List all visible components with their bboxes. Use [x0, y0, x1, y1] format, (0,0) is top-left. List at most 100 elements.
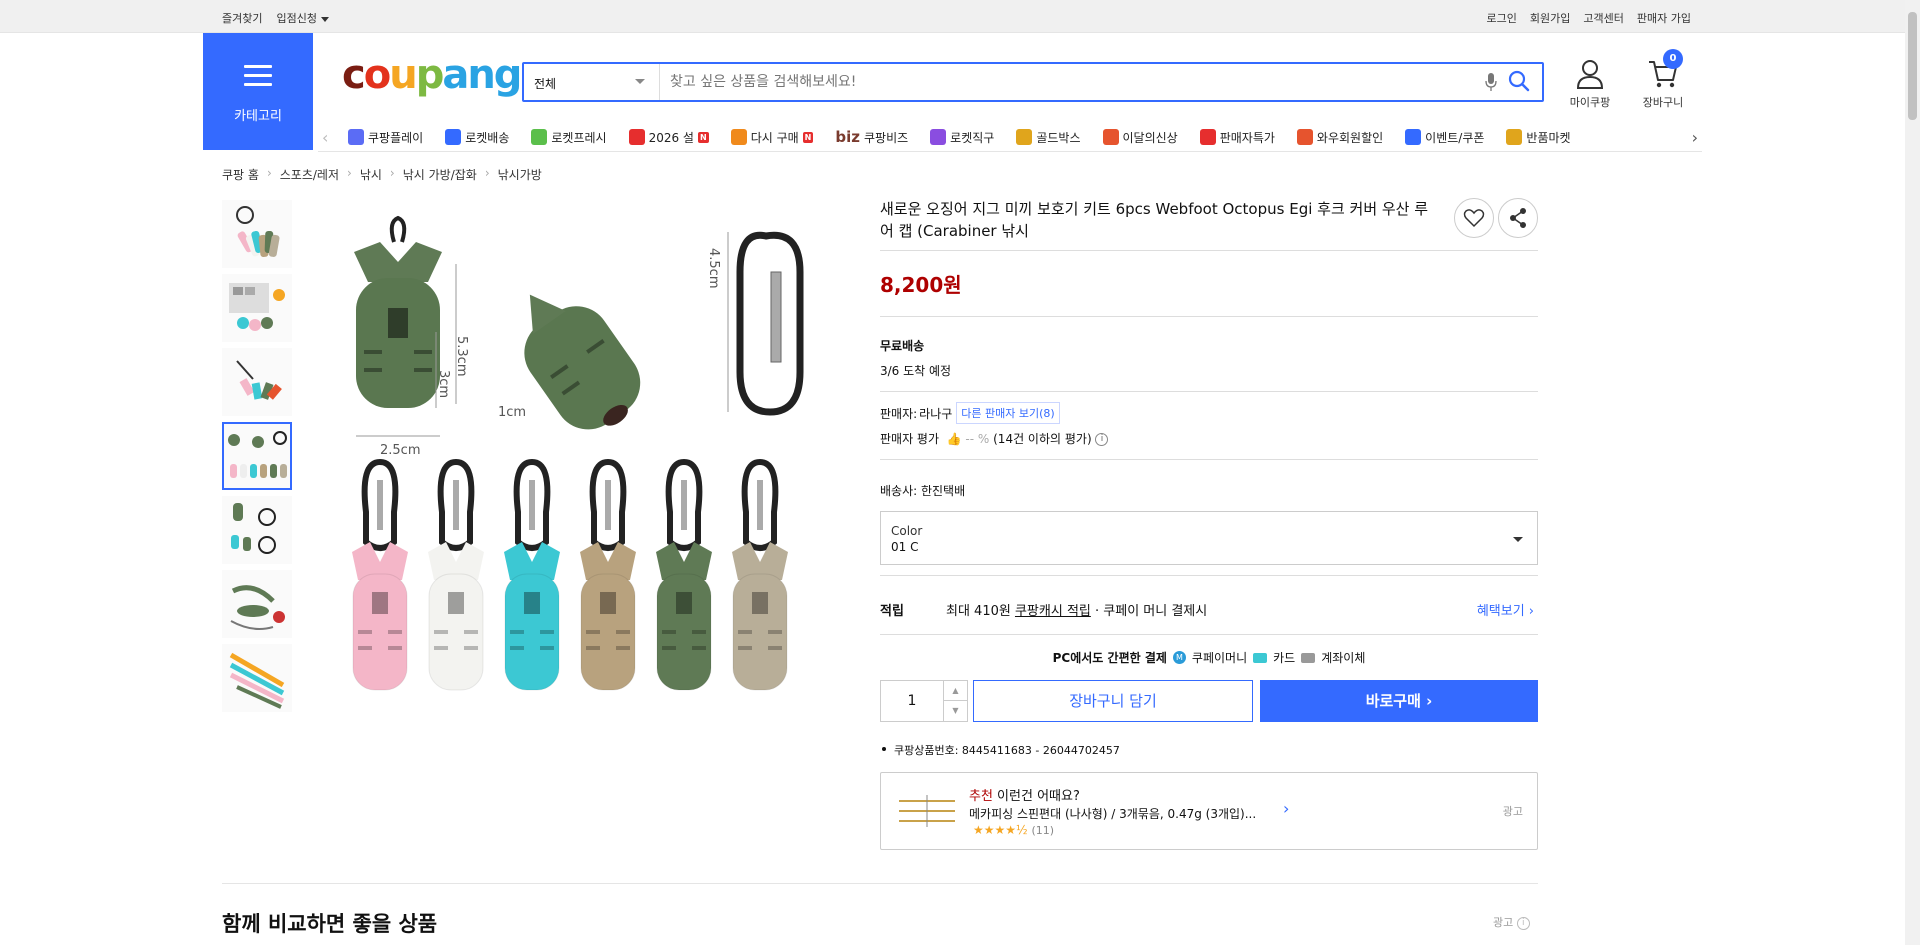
color-option-select[interactable]: Color 01 C — [880, 511, 1538, 565]
category-nav-items: 쿠팡플레이 로켓배송 로켓프레시 2026 설 N 다시 구매 N biz 쿠팡비즈 로켓직구 골드… — [348, 128, 1668, 146]
support-link[interactable]: 고객센터 — [1583, 10, 1623, 26]
breadcrumb-item[interactable]: 낚시 — [360, 166, 382, 183]
thumbnail-6[interactable] — [222, 570, 292, 638]
quantity-input[interactable]: 1 — [881, 693, 943, 709]
breadcrumb-separator-icon: › — [266, 166, 272, 180]
category-nav-item[interactable]: 이달의신상 — [1102, 128, 1178, 146]
vendor-apply-label: 입점신청 — [276, 12, 317, 25]
category-nav-label: 와우회원할인 — [1316, 130, 1384, 145]
search-icon[interactable] — [1508, 70, 1530, 92]
quantity-stepper: 1 ▲ ▼ — [880, 680, 968, 722]
coupang-logo[interactable]: coupang — [342, 52, 522, 98]
microphone-icon[interactable] — [1484, 72, 1498, 92]
cart-button[interactable]: 장바구니 0 — [1633, 49, 1693, 110]
lure-cap-body — [356, 278, 440, 408]
product-price: 8,200원 — [880, 273, 962, 297]
nav-prev-icon[interactable]: ‹ — [322, 128, 328, 147]
search-scope-select[interactable]: 전체 — [524, 64, 660, 100]
globe-icon — [930, 129, 947, 145]
seller-divider — [880, 459, 1538, 460]
shipping-date: 3/6 도착 예정 — [880, 364, 952, 378]
category-nav-item[interactable]: 쿠팡플레이 — [348, 128, 423, 146]
lure-variant — [428, 458, 484, 691]
seller-signup-link[interactable]: 판매자 가입 — [1637, 10, 1691, 26]
breadcrumb-separator-icon: › — [484, 166, 490, 180]
benefits-link[interactable]: 혜택보기 › — [1477, 600, 1534, 619]
wishlist-button[interactable] — [1454, 198, 1494, 238]
review-count: (11) — [1031, 824, 1055, 837]
thumbnail-5[interactable] — [222, 496, 292, 564]
search-input[interactable] — [670, 70, 1470, 94]
info-icon[interactable]: i — [1095, 433, 1109, 446]
breadcrumb: 쿠팡 홈 › 스포츠/레저 › 낚시 › 낚시 가방/잡화 › 낚시가방 — [222, 166, 542, 183]
scrollbar-thumb[interactable] — [1908, 12, 1917, 120]
category-nav-item[interactable]: 골드박스 — [1016, 128, 1081, 146]
breadcrumb-item[interactable]: 쿠팡 홈 — [222, 166, 259, 183]
carabiner — [736, 231, 804, 416]
vendor-apply-link[interactable]: 입점신청 — [276, 10, 329, 26]
reward-title: 적립 — [880, 604, 904, 619]
hamburger-icon — [244, 65, 272, 87]
vertical-scrollbar[interactable] — [1905, 0, 1920, 945]
category-nav-item[interactable]: 다시 구매 N — [730, 128, 814, 146]
thumbnail-2[interactable] — [222, 274, 292, 342]
category-nav-item[interactable]: biz 쿠팡비즈 — [835, 128, 908, 146]
nav-next-icon[interactable]: › — [1692, 128, 1698, 147]
main-product-image[interactable]: 5.3cm 3cm 2.5cm 1cm 4.5cm — [340, 212, 840, 732]
product-title: 새로운 오징어 지그 미끼 보호기 키트 6pcs Webfoot Octopu… — [880, 200, 1429, 240]
buy-now-button[interactable]: 바로구매 › — [1260, 680, 1538, 722]
card-label: 카드 — [1273, 651, 1296, 665]
quantity-increase-icon[interactable]: ▲ — [943, 681, 967, 701]
category-nav-item[interactable]: 로켓배송 — [445, 128, 509, 146]
goldbox-icon — [1016, 129, 1033, 145]
category-nav-item[interactable]: 이벤트/쿠폰 — [1405, 128, 1484, 146]
recommendation-ad[interactable]: 추천 이런건 어때요? 메카피싱 스핀편대 (나사형) / 3개묶음, 0.47… — [880, 772, 1538, 850]
category-nav-item[interactable]: 로켓직구 — [930, 128, 994, 146]
lure-variant — [580, 458, 636, 691]
purchase-row: 1 ▲ ▼ 장바구니 담기 바로구매 › — [880, 680, 1538, 724]
category-menu-button[interactable]: 카테고리 — [203, 33, 313, 150]
signup-link[interactable]: 회원가입 — [1530, 10, 1570, 26]
seller-name: 라나구 — [919, 406, 953, 421]
lure-variant — [352, 458, 408, 691]
category-nav-label: 다시 구매 — [750, 130, 799, 145]
breadcrumb-item[interactable]: 낚시가방 — [498, 166, 542, 183]
thumbnail-1[interactable] — [222, 200, 292, 268]
shipping-divider — [880, 391, 1538, 392]
breadcrumb-item[interactable]: 스포츠/레저 — [280, 166, 339, 183]
info-icon[interactable]: i — [1516, 916, 1530, 930]
lure-cap-top — [354, 242, 442, 282]
caret-down-icon — [320, 16, 329, 22]
category-nav-item[interactable]: 와우회원할인 — [1296, 128, 1384, 146]
logo-letter: ang — [442, 52, 522, 98]
thumbnail-7[interactable] — [222, 644, 292, 712]
mycoupang-button[interactable]: 마이쿠팡 — [1560, 58, 1620, 110]
other-sellers-button[interactable]: 다른 판매자 보기(8) — [956, 402, 1060, 424]
login-link[interactable]: 로그인 — [1487, 10, 1517, 26]
play-icon — [348, 129, 364, 145]
quantity-decrease-icon[interactable]: ▼ — [943, 701, 967, 721]
category-nav-item[interactable]: 반품마켓 — [1506, 128, 1571, 146]
category-nav-item[interactable]: 로켓프레시 — [531, 128, 607, 146]
add-to-cart-button[interactable]: 장바구니 담기 — [973, 680, 1253, 722]
category-nav-item[interactable]: 판매자특가 — [1199, 128, 1275, 146]
dropdown-arrow-icon — [635, 79, 645, 84]
coupang-cash-link[interactable]: 쿠팡캐시 적립 — [1015, 604, 1091, 619]
top-right-links: 로그인 회원가입 고객센터 판매자 가입 — [1487, 10, 1691, 26]
thumbnail-3[interactable] — [222, 348, 292, 416]
reward-row: 적립 최대 410원 쿠팡캐시 적립 · 쿠페이 머니 결제시 혜택보기 › — [880, 584, 1538, 634]
lure-color-row — [352, 458, 788, 691]
thumbnail-4-active[interactable] — [222, 422, 292, 490]
rocket-icon — [445, 129, 462, 145]
chevron-right-icon[interactable]: › — [1283, 799, 1289, 818]
bookmark-link[interactable]: 즐겨찾기 — [222, 10, 262, 26]
category-nav-label: 판매자특가 — [1219, 130, 1275, 145]
logo-letter: c — [342, 52, 366, 98]
gift-icon — [628, 129, 645, 145]
category-nav-item[interactable]: 2026 설N — [628, 128, 709, 146]
lure-variant — [732, 458, 788, 691]
breadcrumb-item[interactable]: 낚시 가방/잡화 — [403, 166, 477, 183]
share-button[interactable] — [1498, 198, 1538, 238]
logo-letter: o — [363, 52, 392, 98]
dropdown-arrow-icon — [1513, 537, 1523, 542]
